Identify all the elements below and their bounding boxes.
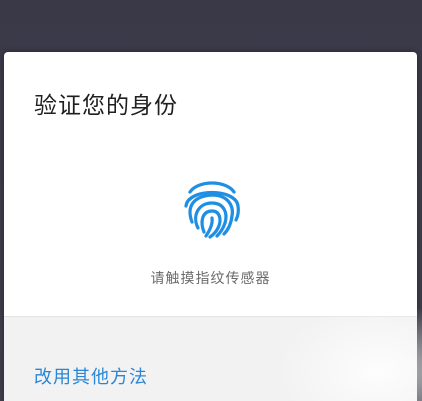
fingerprint-icon: [184, 181, 240, 239]
dialog-footer: 改用其他方法: [4, 316, 417, 401]
touch-sensor-prompt: 请触摸指纹传感器: [150, 271, 271, 287]
use-other-method-button[interactable]: 改用其他方法: [34, 363, 148, 389]
verify-identity-dialog: 验证您的身份 请触摸指纹传感器 改用其他方法: [4, 52, 417, 401]
dialog-title: 验证您的身份: [34, 93, 178, 119]
